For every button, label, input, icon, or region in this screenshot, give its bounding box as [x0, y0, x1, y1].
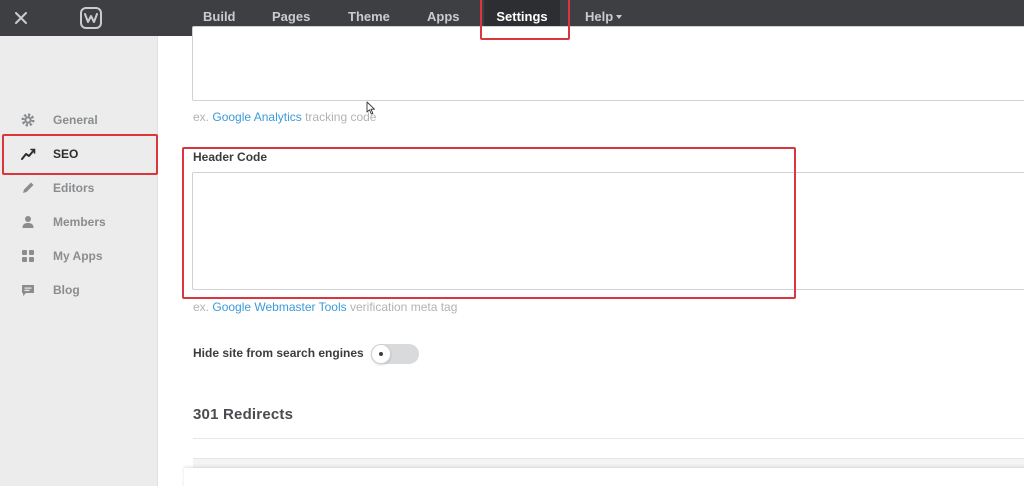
close-icon: [15, 12, 27, 24]
toggle-knob[interactable]: [371, 344, 391, 364]
redirects-section-title: 301 Redirects: [193, 406, 294, 423]
apps-grid-icon: [22, 250, 34, 262]
sidebar-item-label: SEO: [53, 147, 79, 161]
caret-down-icon: [616, 14, 623, 19]
footer-code-textarea[interactable]: [192, 26, 1024, 101]
sidebar-item-blog[interactable]: Blog: [0, 276, 158, 304]
mouse-pointer-icon: [366, 101, 375, 115]
sidebar-item-label: Members: [53, 215, 106, 229]
gear-icon: [21, 113, 35, 127]
trend-line-icon: [21, 148, 36, 160]
sidebar-item-members[interactable]: Members: [0, 208, 158, 236]
header-code-hint: ex. Google Webmaster Tools verification …: [193, 300, 457, 314]
settings-sidebar: General SEO Editors Members My Apps Blog: [0, 36, 158, 486]
hide-site-toggle[interactable]: [371, 344, 419, 364]
sidebar-item-general[interactable]: General: [0, 106, 158, 134]
pencil-icon: [23, 182, 34, 193]
footer-code-hint: ex. Google Analytics tracking code: [193, 110, 376, 124]
header-code-textarea[interactable]: [192, 172, 1024, 290]
section-divider: [193, 438, 1024, 439]
hide-site-label: Hide site from search engines: [193, 346, 364, 360]
comment-icon: [22, 285, 34, 296]
google-webmaster-tools-link[interactable]: Google Webmaster Tools: [212, 300, 346, 314]
person-icon: [22, 216, 34, 228]
close-button[interactable]: [12, 9, 30, 27]
sidebar-item-seo[interactable]: SEO: [0, 140, 158, 168]
weebly-logo-icon[interactable]: [80, 7, 102, 29]
sidebar-item-label: Editors: [53, 181, 95, 195]
sidebar-item-label: My Apps: [53, 249, 103, 263]
sidebar-item-editors[interactable]: Editors: [0, 174, 158, 202]
sidebar-item-label: Blog: [53, 283, 80, 297]
nav-help-label: Help: [585, 9, 614, 24]
hint-prefix: ex.: [193, 300, 210, 314]
sidebar-item-my-apps[interactable]: My Apps: [0, 242, 158, 270]
header-code-label: Header Code: [193, 150, 268, 164]
google-analytics-link[interactable]: Google Analytics: [212, 110, 301, 124]
seo-settings-panel: ex. Google Analytics tracking code Heade…: [158, 26, 1024, 486]
hint-suffix: verification meta tag: [350, 300, 458, 314]
sidebar-item-label: General: [53, 113, 98, 127]
bottom-panel: [184, 468, 1024, 486]
hint-prefix: ex.: [193, 110, 210, 124]
